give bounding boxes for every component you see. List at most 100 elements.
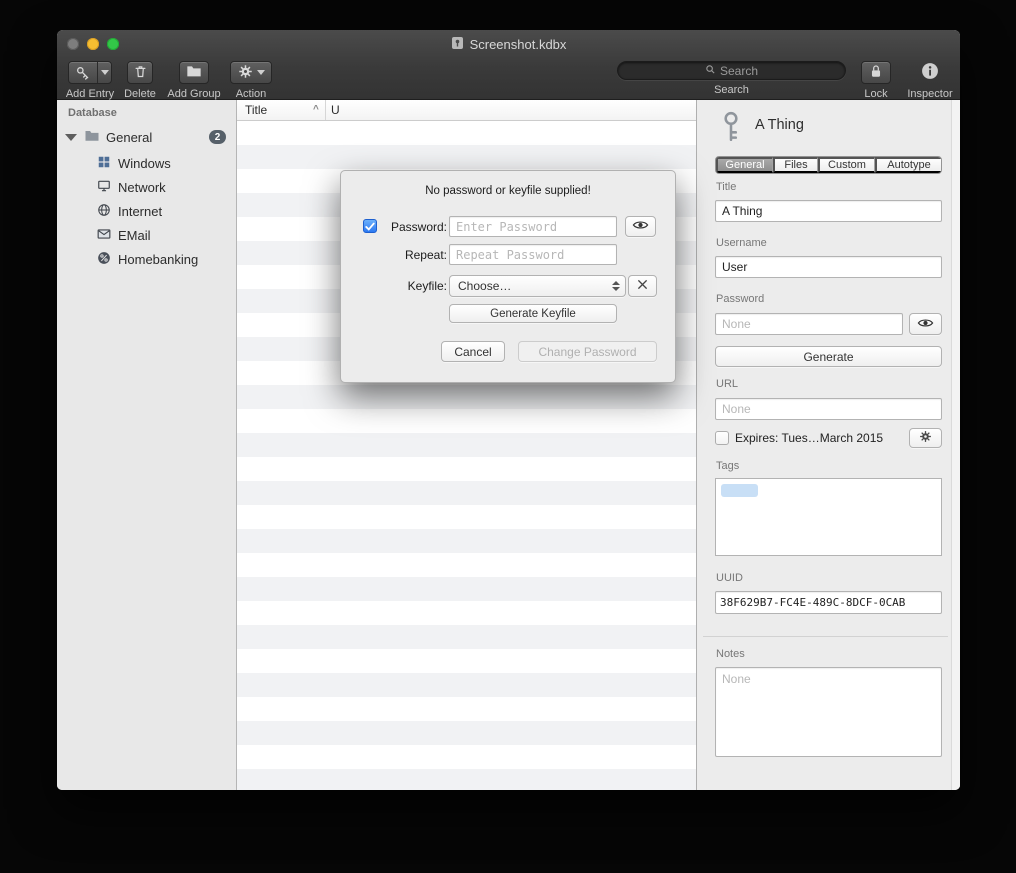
sidebar-item-internet[interactable]: Internet bbox=[57, 199, 236, 223]
notes-field[interactable] bbox=[715, 667, 942, 757]
dialog-keyfile-label: Keyfile: bbox=[379, 276, 447, 296]
toolbar-lock: Lock bbox=[856, 61, 896, 100]
table-header: Title ^ U bbox=[237, 100, 696, 121]
disclosure-triangle-icon[interactable] bbox=[65, 134, 77, 141]
tab-custom[interactable]: Custom bbox=[818, 157, 875, 173]
column-header-title[interactable]: Title bbox=[245, 103, 267, 117]
monitor-icon bbox=[97, 179, 111, 196]
keyfile-dropdown-value: Choose… bbox=[458, 279, 511, 293]
generate-keyfile-button[interactable]: Generate Keyfile bbox=[449, 304, 617, 323]
stepper-icon bbox=[612, 281, 620, 291]
sidebar-item-windows[interactable]: Windows bbox=[57, 151, 236, 175]
column-header-username[interactable]: U bbox=[331, 103, 340, 117]
dialog-reveal-password-button[interactable] bbox=[625, 216, 656, 237]
reveal-password-button[interactable] bbox=[909, 313, 942, 335]
change-password-button[interactable]: Change Password bbox=[518, 341, 657, 362]
delete-label: Delete bbox=[124, 88, 156, 100]
folder-plus-icon bbox=[186, 64, 202, 81]
toolbar-search: Search Search bbox=[617, 61, 846, 96]
search-placeholder: Search bbox=[720, 64, 758, 78]
generate-password-button[interactable]: Generate bbox=[715, 346, 942, 367]
action-label: Action bbox=[236, 88, 267, 100]
sidebar-item-label: Homebanking bbox=[118, 252, 198, 267]
add-entry-button[interactable] bbox=[68, 61, 112, 84]
main-content: Database General 2 Windows bbox=[57, 100, 960, 790]
search-input[interactable]: Search bbox=[617, 61, 846, 80]
trash-icon bbox=[133, 64, 148, 82]
sidebar-item-homebanking[interactable]: Homebanking bbox=[57, 247, 236, 271]
url-field[interactable] bbox=[715, 398, 942, 420]
add-group-button[interactable] bbox=[179, 61, 209, 84]
toolbar-inspector: Inspector bbox=[900, 61, 960, 100]
cancel-button[interactable]: Cancel bbox=[441, 341, 505, 362]
lock-button[interactable] bbox=[861, 61, 891, 84]
dialog-repeat-field[interactable] bbox=[449, 244, 617, 265]
tab-autotype[interactable]: Autotype bbox=[875, 157, 941, 173]
password-dialog: No password or keyfile supplied! Passwor… bbox=[340, 170, 676, 383]
password-field[interactable] bbox=[715, 313, 903, 335]
entry-key-icon bbox=[718, 110, 744, 149]
sidebar-group-label: General bbox=[106, 130, 152, 145]
tab-files[interactable]: Files bbox=[773, 157, 818, 173]
username-field[interactable] bbox=[715, 256, 942, 278]
inspector-panel: A Thing General Files Custom Autotype Ti… bbox=[696, 100, 960, 790]
title-field[interactable] bbox=[715, 200, 942, 222]
inspector-tabs: General Files Custom Autotype bbox=[715, 156, 942, 174]
info-icon bbox=[920, 61, 940, 84]
close-x-icon bbox=[637, 279, 648, 293]
expires-checkbox[interactable] bbox=[715, 431, 729, 445]
expires-settings-button[interactable] bbox=[909, 428, 942, 448]
dialog-repeat-label: Repeat: bbox=[379, 245, 447, 265]
percent-coin-icon bbox=[97, 251, 111, 268]
sidebar-item-label: Windows bbox=[118, 156, 171, 171]
inspector-label: Inspector bbox=[907, 88, 952, 100]
desktop-background: Screenshot.kdbx Add Entry bbox=[0, 0, 1016, 873]
checkmark-icon bbox=[365, 219, 375, 234]
tag-token[interactable] bbox=[721, 484, 758, 497]
tags-field[interactable] bbox=[715, 478, 942, 556]
globe-icon bbox=[97, 203, 111, 220]
tab-general[interactable]: General bbox=[716, 157, 773, 173]
dialog-message: No password or keyfile supplied! bbox=[341, 185, 675, 197]
entry-count-badge: 2 bbox=[209, 130, 226, 144]
sidebar-item-email[interactable]: EMail bbox=[57, 223, 236, 247]
title-label: Title bbox=[716, 181, 736, 193]
eye-icon bbox=[917, 317, 934, 332]
dialog-password-field[interactable] bbox=[449, 216, 617, 237]
add-entry-label: Add Entry bbox=[66, 88, 114, 100]
toolbar-action: Action bbox=[225, 61, 277, 100]
delete-button[interactable] bbox=[127, 61, 153, 84]
column-separator[interactable] bbox=[325, 100, 326, 120]
app-window: Screenshot.kdbx Add Entry bbox=[57, 30, 960, 790]
uuid-field[interactable] bbox=[715, 591, 942, 614]
section-divider bbox=[703, 636, 948, 637]
username-label: Username bbox=[716, 237, 767, 249]
action-button[interactable] bbox=[230, 61, 272, 84]
sort-ascending-icon: ^ bbox=[313, 104, 319, 115]
entry-title: A Thing bbox=[755, 117, 804, 133]
envelope-icon bbox=[97, 228, 111, 243]
password-checkbox[interactable] bbox=[363, 219, 377, 233]
gear-icon bbox=[919, 430, 932, 446]
clear-keyfile-button[interactable] bbox=[628, 275, 657, 297]
window-title-bar: Screenshot.kdbx bbox=[57, 30, 960, 58]
keyfile-dropdown[interactable]: Choose… bbox=[449, 275, 626, 297]
window-chrome: Screenshot.kdbx Add Entry bbox=[57, 30, 960, 100]
expires-label: Expires: Tues…March 2015 bbox=[735, 431, 883, 445]
document-icon bbox=[451, 36, 464, 53]
key-plus-icon bbox=[69, 65, 97, 81]
dialog-password-label: Password: bbox=[379, 217, 447, 237]
lock-label: Lock bbox=[864, 88, 887, 100]
windows-icon bbox=[97, 155, 111, 172]
sidebar: Database General 2 Windows bbox=[57, 100, 237, 790]
chevron-down-icon[interactable] bbox=[98, 70, 111, 75]
lock-icon bbox=[869, 64, 883, 82]
inspector-button[interactable] bbox=[920, 61, 940, 84]
folder-icon bbox=[84, 129, 100, 145]
search-caption: Search bbox=[714, 84, 749, 96]
notes-label: Notes bbox=[716, 648, 745, 660]
sidebar-header: Database bbox=[68, 107, 117, 119]
inspector-scrollbar[interactable] bbox=[951, 100, 960, 790]
sidebar-item-network[interactable]: Network bbox=[57, 175, 236, 199]
sidebar-group-general[interactable]: General 2 bbox=[57, 125, 236, 149]
